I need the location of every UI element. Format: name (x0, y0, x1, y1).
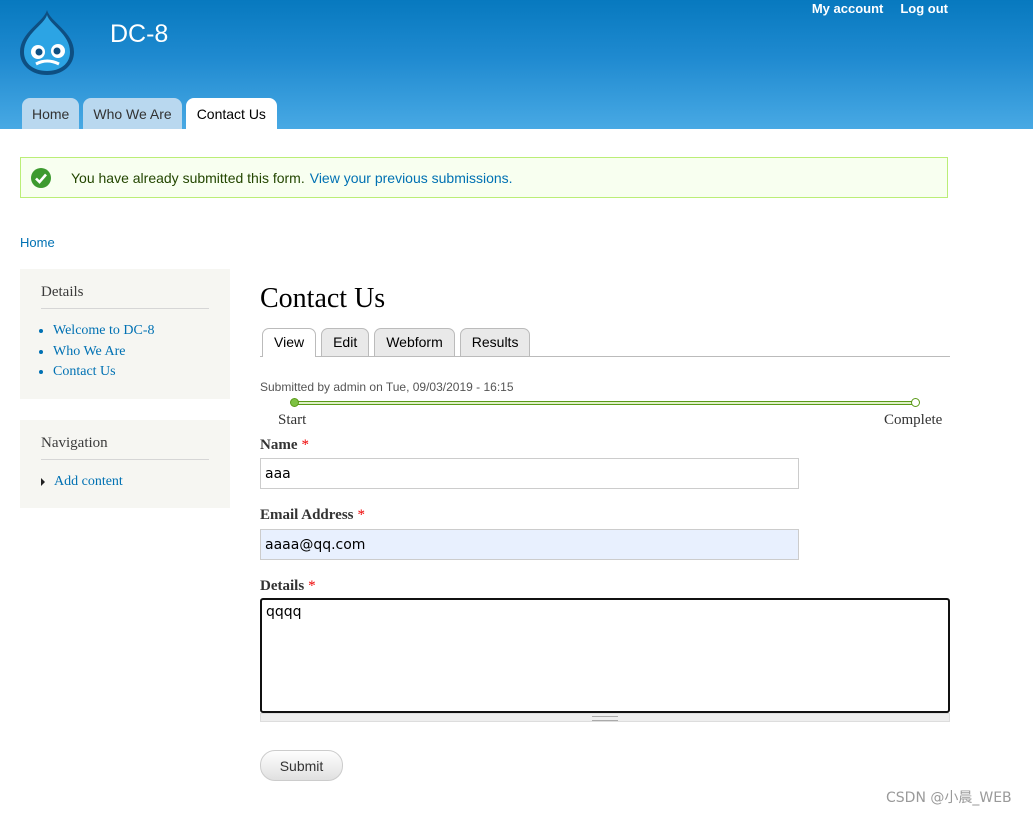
page-title: Contact Us (260, 283, 386, 314)
list-item: Add content (41, 472, 209, 493)
breadcrumb-home[interactable]: Home (20, 235, 55, 250)
site-name[interactable]: DC-8 (110, 20, 168, 49)
collapsed-arrow-icon (41, 478, 45, 487)
main-menu-who-we-are[interactable]: Who We Are (83, 98, 182, 129)
progress-start-label: Start (278, 412, 307, 428)
details-list: Welcome to DC-8 Who We Are Contact Us (41, 321, 209, 383)
status-message: You have already submitted this form. Vi… (20, 157, 948, 198)
check-circle-icon (31, 167, 51, 188)
details-block-title: Details (41, 284, 209, 309)
email-label-text: Email Address (260, 507, 354, 523)
secondary-menu: My account Log out (812, 1, 948, 16)
navigation-list: Add content (41, 472, 209, 493)
details-link-welcome[interactable]: Welcome to DC-8 (53, 323, 155, 338)
details-label-text: Details (260, 578, 305, 594)
list-item: Welcome to DC-8 (53, 321, 209, 342)
name-field[interactable] (260, 458, 799, 489)
email-label: Email Address * (260, 507, 365, 524)
details-block: Details Welcome to DC-8 Who We Are Conta… (20, 269, 230, 399)
progress-bar (294, 401, 915, 405)
progress-end-dot (911, 398, 920, 407)
status-text: You have already submitted this form. (71, 169, 305, 186)
details-link-who-we-are[interactable]: Who We Are (53, 344, 125, 359)
required-marker: * (301, 437, 310, 453)
site-header: DC-8 My account Log out Home Who We Are … (0, 0, 1033, 129)
navigation-block-title: Navigation (41, 435, 209, 460)
details-field[interactable]: qqqq (260, 598, 950, 713)
main-menu: Home Who We Are Contact Us (22, 98, 277, 129)
required-marker: * (308, 578, 316, 594)
email-field[interactable] (260, 529, 799, 560)
main-menu-contact-us[interactable]: Contact Us (185, 98, 277, 129)
details-link-contact-us[interactable]: Contact Us (53, 364, 116, 379)
progress-end-label: Complete (884, 412, 943, 428)
progress-start-dot (290, 398, 299, 407)
navigation-block: Navigation Add content (20, 420, 230, 508)
textarea-resize-handle[interactable] (260, 713, 950, 722)
log-out-link[interactable]: Log out (900, 1, 948, 16)
details-label: Details * (260, 578, 316, 595)
tab-edit[interactable]: Edit (321, 328, 370, 356)
my-account-link[interactable]: My account (812, 1, 884, 16)
drupal-logo-icon[interactable] (16, 8, 78, 76)
list-item: Who We Are (53, 342, 209, 363)
name-label: Name * (260, 437, 309, 454)
tab-view[interactable]: View (262, 328, 317, 357)
submitted-info: Submitted by admin on Tue, 09/03/2019 - … (260, 380, 514, 394)
name-label-text: Name (260, 437, 298, 453)
watermark: CSDN @小晨_WEB (886, 790, 1012, 806)
main-menu-home[interactable]: Home (22, 98, 80, 129)
tab-webform[interactable]: Webform (374, 328, 455, 356)
tab-results[interactable]: Results (459, 328, 531, 356)
submit-button[interactable]: Submit (260, 750, 343, 781)
grip-icon (592, 716, 618, 721)
local-tabs: View Edit Webform Results (260, 328, 950, 357)
list-item: Contact Us (53, 362, 209, 383)
required-marker: * (357, 507, 366, 523)
add-content-link[interactable]: Add content (54, 472, 123, 493)
previous-submissions-link[interactable]: View your previous submissions. (310, 170, 513, 186)
